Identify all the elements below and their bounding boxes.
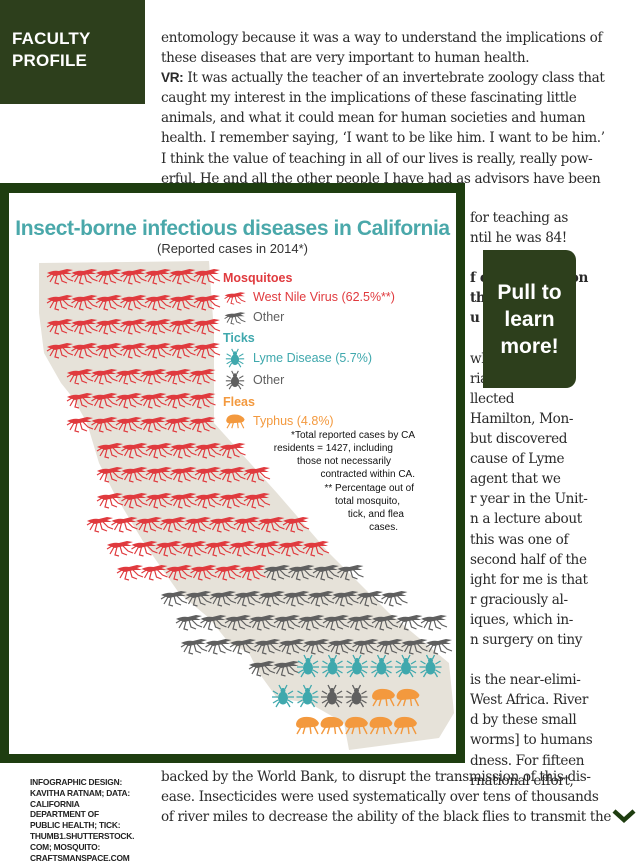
article-line: Hamilton, Mon- [470, 410, 574, 427]
section-label-line1: FACULTY [12, 29, 91, 48]
article-line: iques, which in- [470, 611, 573, 628]
mosquito-west-nile-icon [86, 516, 114, 533]
legend-item-mosquito-other: Other [223, 307, 395, 327]
article-line: ight for me is that [470, 571, 588, 588]
article-body-bottom: backed by the World Bank, to disrupt the… [161, 767, 639, 827]
infographic-subtitle: (Reported cases in 2014*) [156, 241, 309, 256]
footnote-percentage: ** Percentage out of total mosquito, tic… [324, 483, 414, 533]
legend: Mosquitoes West Nile Virus (62.5%**) Oth… [221, 271, 395, 431]
mosquito-icon [223, 309, 247, 325]
section-label-line2: PROFILE [12, 51, 88, 70]
article-line: n a lecture about [470, 511, 582, 528]
article-line: backed by the World Bank, to disrupt the… [161, 769, 591, 785]
article-line: agent that we [470, 471, 561, 488]
mosquito-other-icon [380, 590, 409, 607]
chevron-down-icon[interactable] [612, 808, 636, 824]
tick-icon [223, 370, 247, 390]
mosquito-west-nile-icon [116, 564, 144, 581]
article-line: these diseases that are very important t… [161, 50, 530, 67]
section-label: FACULTY PROFILE [0, 0, 145, 104]
legend-item-west-nile: West Nile Virus (62.5%**) [223, 287, 395, 307]
article-line: worms] to humans [470, 732, 593, 749]
article-line: ntil he was 84! [470, 230, 567, 247]
article-line: caught my interest in the implications o… [161, 90, 577, 107]
mosquito-other-icon [175, 614, 203, 631]
legend-item-lyme: Lyme Disease (5.7%) [223, 347, 395, 369]
article-line: d by these small [470, 712, 577, 729]
article-line: r graciously al- [470, 591, 568, 608]
article-line: for teaching as [470, 210, 568, 226]
mosquito-west-nile-icon [140, 564, 169, 581]
article-body: entomology because it was a way to under… [161, 28, 639, 189]
article-line: animals, and what it could mean for huma… [161, 110, 586, 127]
article-line: second half of the [470, 551, 587, 568]
flea-typhus-icon [319, 716, 345, 735]
infographic: Insect-borne infectious diseases in Cali… [9, 193, 456, 754]
legend-heading-mosquitoes: Mosquitoes [223, 271, 293, 285]
article-line: but discovered [470, 431, 568, 448]
article-line: ease. Insecticides were used systematica… [161, 789, 599, 806]
mosquito-other-icon [420, 614, 448, 631]
mosquito-other-icon [204, 638, 233, 655]
article-line: of river miles to decrease the ability o… [161, 809, 612, 826]
article-line: n surgery on tiny [470, 631, 583, 648]
flea-typhus-icon [295, 716, 320, 735]
article-line: entomology because it was a way to under… [161, 30, 603, 46]
mosquito-other-icon [180, 638, 208, 655]
article-line: VR: It was actually the teacher of an in… [161, 70, 605, 87]
image-credits: INFOGRAPHIC DESIGN: KAVITHA RATNAM; DATA… [30, 777, 135, 863]
flea-icon [223, 413, 247, 429]
article-line: r year in the Unit- [470, 491, 588, 508]
legend-item-typhus: Typhus (4.8%) [223, 411, 395, 431]
article-line: is the near-elimi- [470, 672, 581, 689]
infographic-title: Insect-borne infectious diseases in Cali… [15, 217, 450, 240]
article-line: I think the value of teaching in all of … [161, 150, 593, 167]
article-line: West Africa. River [470, 692, 588, 709]
footnote-total: *Total reported cases by CA residents = … [273, 430, 415, 480]
article-line: cause of Lyme [470, 451, 565, 468]
article-line: llected [470, 390, 515, 407]
article-line: this was one of [470, 531, 569, 548]
legend-item-tick-other: Other [223, 369, 395, 391]
mosquito-other-icon [160, 590, 188, 607]
mosquito-west-nile-icon [106, 540, 134, 557]
legend-heading-ticks: Ticks [223, 331, 255, 345]
legend-heading-fleas: Fleas [223, 395, 255, 409]
speaker-label: VR: [161, 70, 184, 86]
tick-icon [223, 348, 247, 368]
article-line: health. I remember saying, ‘I want to be… [161, 130, 605, 147]
infographic-panel[interactable]: Insect-borne infectious diseases in Cali… [0, 183, 465, 763]
mosquito-icon [223, 289, 247, 305]
article-line [470, 650, 643, 670]
pull-to-learn-more-button[interactable]: Pull to learn more! [483, 250, 576, 388]
